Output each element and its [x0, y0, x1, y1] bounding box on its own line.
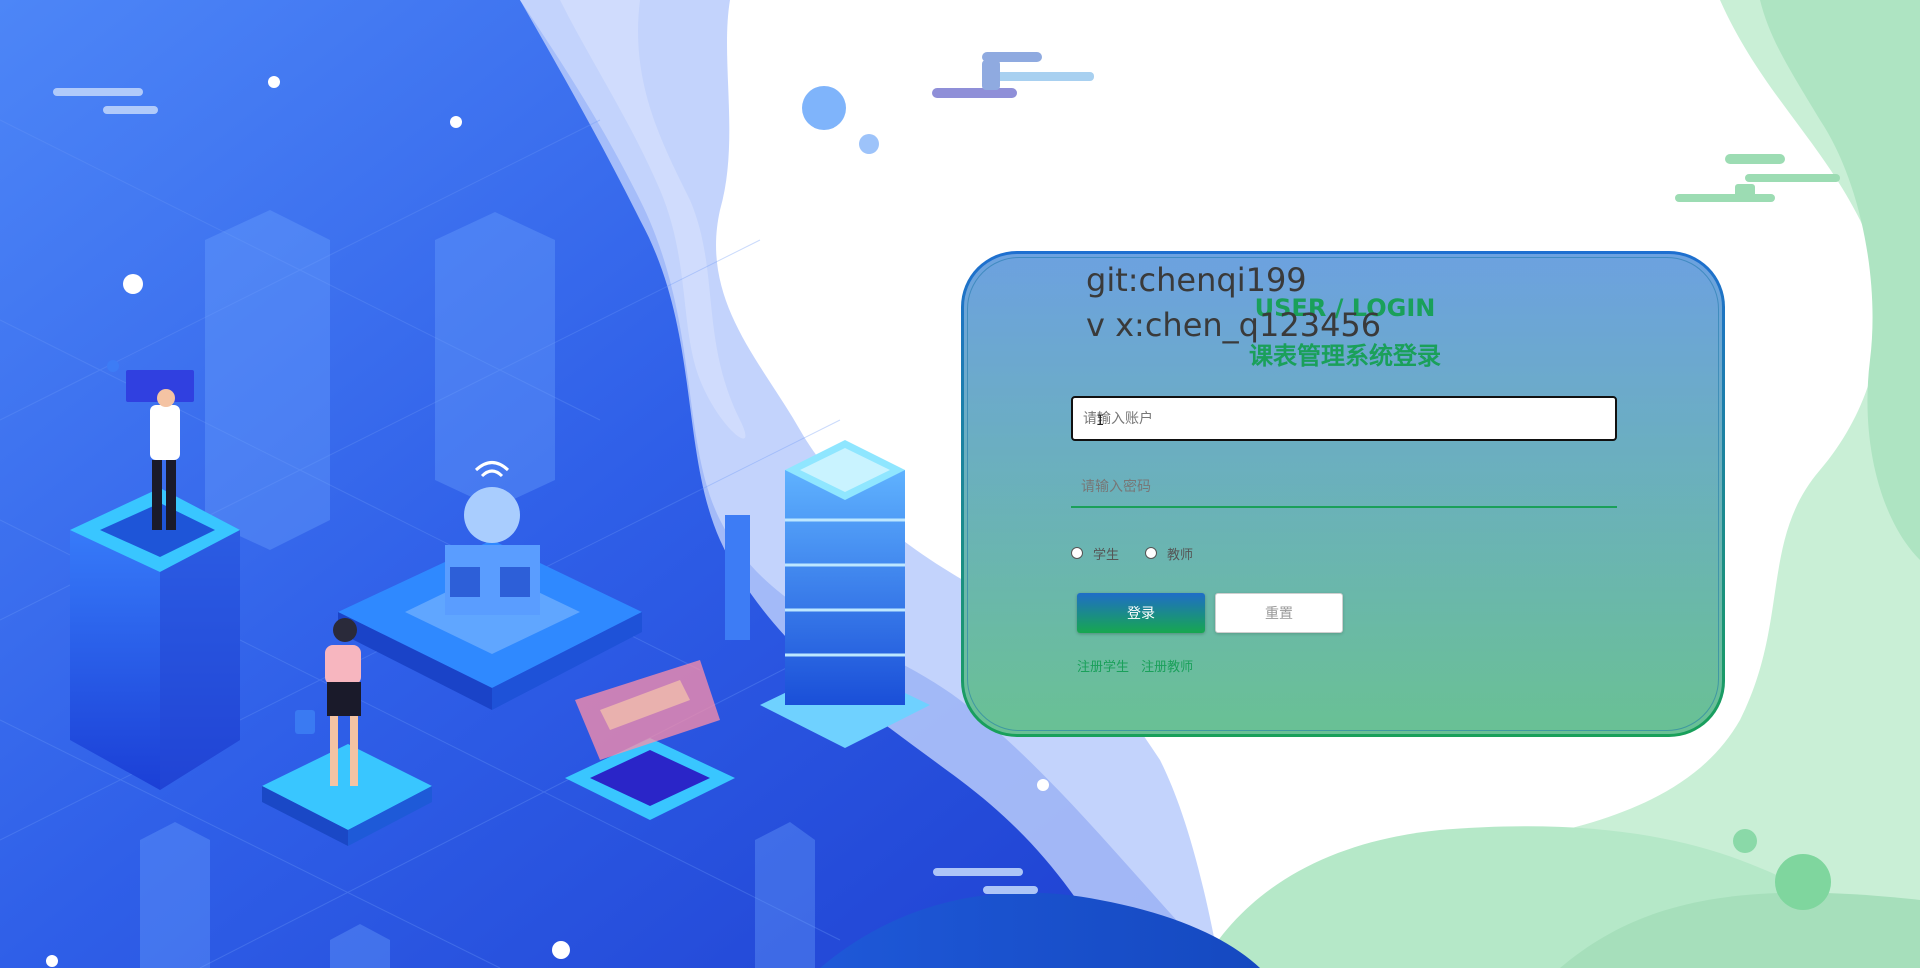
login-page: USER / LOGIN 课表管理系统登录 git:chenqi199 v x:… [0, 0, 1920, 968]
text-cursor-icon: I [1096, 413, 1105, 429]
role-student-radio[interactable]: 学生 [1071, 544, 1119, 563]
role-teacher-label: 教师 [1167, 547, 1194, 563]
radio-circle-icon[interactable] [1071, 547, 1083, 559]
reset-button[interactable]: 重置 [1215, 593, 1343, 633]
password-input[interactable] [1071, 468, 1617, 508]
register-student-link[interactable]: 注册学生 [1077, 660, 1129, 675]
watermark-line-2: v x:chen_q123456 [1086, 306, 1382, 344]
register-teacher-link[interactable]: 注册教师 [1141, 660, 1193, 675]
pedestal-tower [70, 488, 240, 790]
register-links: 注册学生 注册教师 [1077, 656, 1201, 675]
role-teacher-radio[interactable]: 教师 [1145, 544, 1193, 563]
watermark-overlay: git:chenqi199 v x:chen_q123456 [1086, 258, 1381, 348]
account-input[interactable] [1071, 396, 1617, 441]
role-student-label: 学生 [1093, 547, 1120, 563]
radio-circle-icon[interactable] [1145, 547, 1158, 559]
login-button[interactable]: 登录 [1077, 593, 1205, 633]
role-radio-group: 学生 教师 [1071, 543, 1219, 563]
watermark-line-1: git:chenqi199 [1086, 261, 1307, 299]
